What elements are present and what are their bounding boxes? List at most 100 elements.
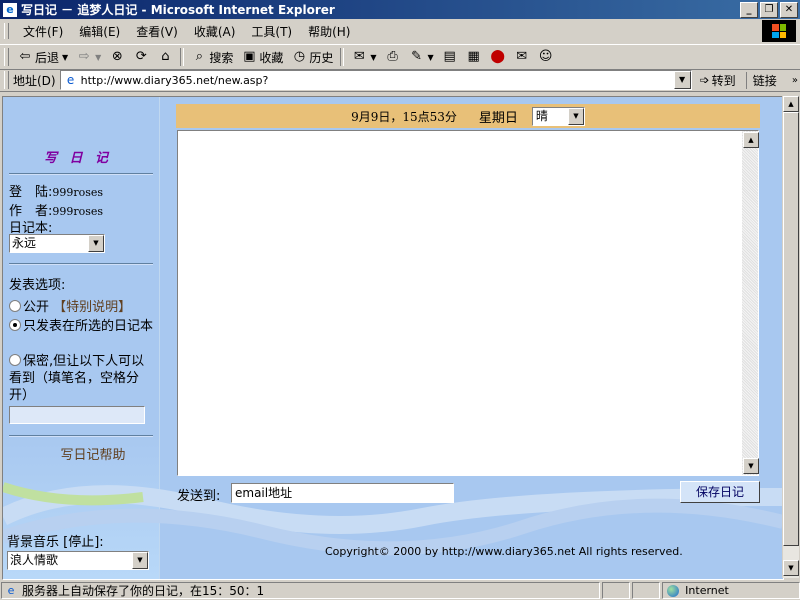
write-diary-title: 写 日 记	[43, 151, 113, 166]
save-diary-button[interactable]: 保存日记	[680, 481, 760, 503]
standard-toolbar: ⇦ 后退 ▼ ⇨ ▼ ⊗ ⟳ ⌂ ⌕ 搜索 ▣ 收藏 ◷ 历史 ✉ ▼ ⎙ ✎ …	[0, 44, 800, 70]
history-label: 历史	[309, 50, 334, 65]
status-text: 服务器上自动保存了你的日记，在15：50：1	[22, 584, 265, 598]
links-chevron-icon[interactable]: »	[792, 75, 798, 86]
date-bar: 9月9日，15点53分 星期日 晴 ▼	[176, 104, 760, 128]
menu-view[interactable]: 查看(V)	[128, 23, 186, 40]
envelope-icon: ✉	[516, 49, 528, 64]
go-button[interactable]: ➩ 转到	[700, 72, 736, 89]
links-button[interactable]: 链接	[745, 71, 777, 89]
menu-file[interactable]: 文件(F)	[15, 23, 71, 40]
minimize-button[interactable]: _	[740, 2, 758, 18]
forward-dropdown-icon[interactable]: ▼	[95, 53, 101, 62]
mail-dropdown-icon[interactable]: ▼	[370, 53, 376, 62]
menu-favorites[interactable]: 收藏(A)	[186, 23, 244, 40]
search-button[interactable]: ⌕ 搜索	[187, 47, 237, 67]
back-label: 后退	[35, 50, 60, 65]
go-arrow-icon: ➩	[699, 73, 710, 87]
page-scrollbar[interactable]: ▲ ▼	[782, 96, 799, 578]
internet-globe-icon	[667, 584, 680, 597]
music-dropdown-icon[interactable]: ▼	[132, 552, 148, 569]
weather-dropdown-icon[interactable]: ▼	[567, 107, 584, 125]
options-label: 发表选项:	[9, 278, 66, 293]
edit-page-icon: ✎	[411, 49, 422, 64]
menu-edit[interactable]: 编辑(E)	[71, 23, 128, 40]
diary-editor[interactable]: ▲ ▼	[177, 130, 759, 476]
maximize-button[interactable]: ❐	[760, 2, 778, 18]
toolbar-grip	[4, 48, 9, 66]
discuss-button[interactable]: ▤	[438, 47, 462, 67]
diary-dropdown-icon[interactable]: ▼	[88, 235, 104, 252]
public-radio[interactable]	[9, 300, 21, 312]
page-icon: e	[66, 73, 75, 87]
go-label: 转到	[711, 73, 736, 88]
close-button[interactable]: ✕	[780, 2, 798, 18]
plugin-button[interactable]: ⬤	[486, 47, 510, 67]
option-public-row: 公开 【特别说明】	[9, 296, 131, 315]
research-icon: ▦	[467, 49, 480, 64]
public-label: 公开	[23, 300, 50, 315]
address-bar: 地址(D) e ▼ ➩ 转到 链接 »	[0, 69, 800, 92]
diary-select[interactable]: 永远 ▼	[9, 234, 105, 253]
scroll-up-icon[interactable]: ▲	[783, 96, 799, 112]
author-value: 999roses	[52, 205, 104, 218]
stop-button[interactable]: ⊗	[105, 47, 129, 67]
back-dropdown-icon[interactable]: ▼	[62, 53, 68, 62]
forward-button[interactable]: ⇨ ▼	[72, 47, 105, 67]
menu-help[interactable]: 帮助(H)	[300, 23, 358, 40]
music-label[interactable]: 背景音乐 [停止]:	[7, 531, 104, 550]
favorites-button[interactable]: ▣ 收藏	[237, 47, 287, 67]
option-selected-row: 只发表在所选的日记本	[9, 318, 155, 335]
editor-scrollbar[interactable]: ▲ ▼	[742, 131, 759, 475]
address-label: 地址(D)	[13, 73, 56, 88]
home-icon: ⌂	[161, 49, 170, 64]
document-icon: ▤	[443, 49, 456, 64]
messenger-mail-button[interactable]: ✉	[510, 47, 534, 67]
status-bar: e 服务器上自动保存了你的日记，在15：50：1 Internet	[0, 581, 800, 600]
back-button[interactable]: ⇦ 后退 ▼	[13, 47, 72, 67]
music-select-value: 浪人情歌	[10, 553, 59, 567]
scroll-down-icon[interactable]: ▼	[783, 560, 799, 576]
research-button[interactable]: ▦	[462, 47, 486, 67]
windows-logo	[762, 20, 796, 42]
mail-button[interactable]: ✉ ▼	[347, 47, 380, 67]
history-button[interactable]: ◷ 历史	[287, 47, 337, 67]
address-dropdown-icon[interactable]: ▼	[673, 71, 691, 89]
home-button[interactable]: ⌂	[153, 47, 177, 67]
divider-2	[9, 263, 153, 265]
refresh-button[interactable]: ⟳	[129, 47, 153, 67]
write-diary-help-link[interactable]: 写日记帮助	[3, 444, 183, 463]
weather-select[interactable]: 晴 ▼	[531, 106, 585, 126]
private-radio[interactable]	[9, 354, 21, 366]
sendto-label: 发送到:	[177, 489, 221, 504]
allowed-readers-input[interactable]	[9, 406, 145, 424]
ie-icon: e	[3, 2, 17, 17]
zone-label: Internet	[685, 584, 729, 597]
address-field[interactable]: e ▼	[59, 70, 692, 90]
edit-dropdown-icon[interactable]: ▼	[428, 53, 434, 62]
editor-scroll-down-icon[interactable]: ▼	[743, 458, 759, 474]
address-input[interactable]	[80, 73, 641, 87]
status-page-icon: e	[7, 583, 15, 597]
browser-window: e 写日记 － 追梦人日记 - Microsoft Internet Explo…	[0, 0, 800, 600]
window-title: 写日记 － 追梦人日记 - Microsoft Internet Explore…	[21, 3, 335, 17]
menu-tools[interactable]: 工具(T)	[243, 23, 300, 40]
scroll-thumb[interactable]	[783, 112, 799, 546]
login-value: 999roses	[52, 186, 104, 199]
edit-button[interactable]: ✎ ▼	[405, 47, 438, 67]
status-cell	[602, 582, 631, 599]
search-icon: ⌕	[195, 49, 203, 64]
weekday: 星期日	[478, 110, 518, 126]
divider	[9, 173, 153, 175]
email-input[interactable]: email地址	[231, 483, 454, 503]
option-private-row: 保密,但让以下人可以看到（填笔名，空格分开）	[9, 353, 155, 404]
print-button[interactable]: ⎙	[381, 47, 405, 67]
printer-icon: ⎙	[387, 49, 398, 64]
music-select[interactable]: 浪人情歌 ▼	[7, 551, 149, 570]
editor-scroll-up-icon[interactable]: ▲	[743, 132, 759, 148]
messenger-button[interactable]: ☺	[534, 47, 558, 67]
special-note-link[interactable]: 【特别说明】	[53, 300, 131, 315]
address-grip	[4, 71, 9, 89]
selected-diary-radio[interactable]	[9, 319, 21, 331]
private-label: 保密,但让以下人可以看到（填笔名，空格分开）	[9, 354, 145, 403]
